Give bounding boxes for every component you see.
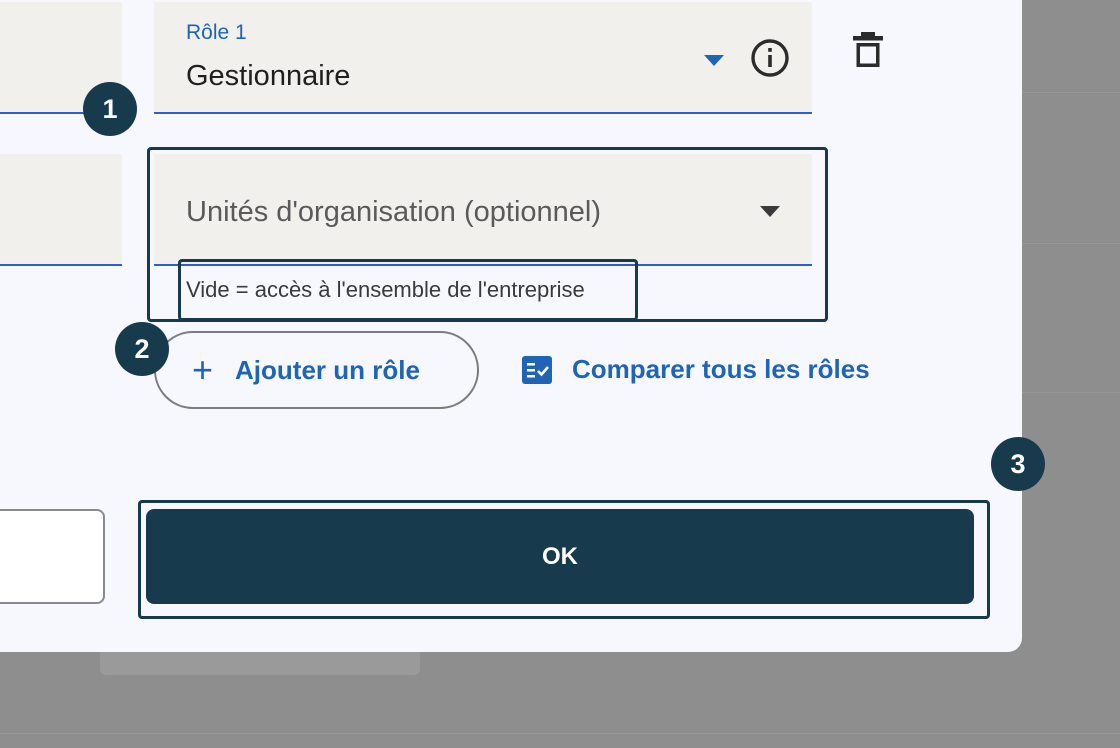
ok-label: OK <box>542 542 578 570</box>
compare-roles-link[interactable]: Comparer tous les rôles <box>522 354 870 385</box>
add-role-button[interactable]: + Ajouter un rôle <box>154 331 479 409</box>
cancel-button[interactable] <box>0 509 105 604</box>
trash-icon[interactable] <box>850 30 886 70</box>
backdrop-divider <box>1022 392 1120 393</box>
checklist-icon <box>522 355 552 384</box>
info-circle-icon[interactable] <box>749 37 791 79</box>
backdrop-divider <box>0 733 1120 734</box>
backdrop-divider <box>1022 92 1120 93</box>
role-select-label: Rôle 1 <box>186 21 247 44</box>
step-badge-1: 1 <box>83 82 137 136</box>
compare-roles-label: Comparer tous les rôles <box>572 354 870 384</box>
role-select-value: Gestionnaire <box>186 60 351 92</box>
backdrop-divider <box>1022 243 1120 244</box>
step-badge-3: 3 <box>991 437 1045 491</box>
ok-button[interactable]: OK <box>146 509 974 604</box>
highlight-helper-text <box>178 259 638 321</box>
left-field-middle[interactable] <box>0 154 122 266</box>
caret-down-icon <box>704 55 724 66</box>
add-role-label: Ajouter un rôle <box>235 354 420 385</box>
step-badge-2: 2 <box>115 322 169 376</box>
plus-icon: + <box>192 349 214 390</box>
role-select[interactable]: Rôle 1 Gestionnaire <box>154 2 812 114</box>
